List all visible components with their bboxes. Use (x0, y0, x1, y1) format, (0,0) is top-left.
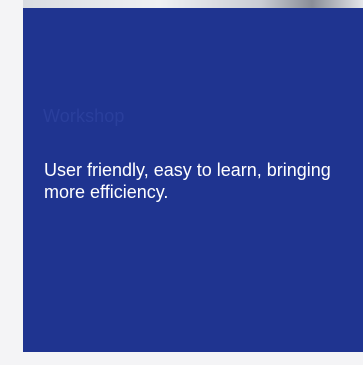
card-headline: User friendly, easy to learn, bringing m… (44, 160, 331, 202)
feature-card: Workshop User friendly, easy to learn, b… (23, 0, 363, 352)
header-photo (23, 0, 363, 8)
card-eyebrow: Workshop (43, 106, 125, 126)
